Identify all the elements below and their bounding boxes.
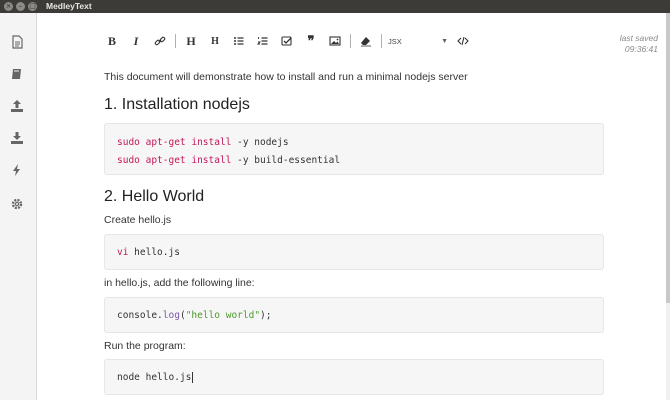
code-line: sudo apt-get install -y build-essential — [117, 155, 340, 166]
toolbar-divider — [350, 34, 351, 48]
checklist-icon — [281, 36, 292, 46]
code-block-console[interactable]: console.log("hello world"); — [104, 297, 604, 333]
code-block-run[interactable]: node hello.js — [104, 359, 604, 395]
bold-button[interactable]: B — [100, 30, 124, 52]
code-function: log — [162, 310, 180, 321]
code-args: hello.js — [128, 247, 180, 258]
heading1-button[interactable]: H — [179, 30, 203, 52]
unordered-list-button[interactable] — [227, 30, 251, 52]
minimize-icon: – — [18, 2, 23, 10]
create-file-paragraph: Create hello.js — [104, 214, 172, 226]
download-icon[interactable] — [8, 129, 26, 147]
code-paren: ); — [260, 310, 272, 321]
lightning-icon[interactable] — [8, 161, 26, 179]
maximize-icon: □ — [29, 2, 36, 10]
code-line: node hello.js — [117, 372, 194, 383]
code-line: console.log("hello world"); — [117, 310, 272, 321]
formatting-toolbar: B I H H ❞ JSX ▼ — [100, 30, 475, 52]
quote-button[interactable]: ❞ — [299, 30, 323, 52]
code-command: vi — [117, 247, 129, 258]
code-object: console — [117, 310, 158, 321]
code-string: "hello world" — [185, 310, 261, 321]
gear-icon[interactable] — [8, 195, 26, 213]
code-button[interactable] — [451, 30, 475, 52]
language-value: JSX — [388, 36, 402, 46]
checklist-button[interactable] — [275, 30, 299, 52]
italic-button[interactable]: I — [124, 30, 148, 52]
ordered-list-button[interactable] — [251, 30, 275, 52]
link-button[interactable] — [148, 30, 172, 52]
code-block-install[interactable]: sudo apt-get install -y nodejs sudo apt-… — [104, 123, 604, 175]
run-paragraph: Run the program: — [104, 340, 186, 352]
code-line: sudo apt-get install -y nodejs — [117, 137, 289, 148]
list-icon — [234, 37, 244, 45]
chevron-down-icon: ▼ — [441, 37, 448, 45]
code-text: node hello.js — [117, 372, 192, 383]
save-status-label: last saved — [619, 33, 658, 43]
image-button[interactable] — [323, 30, 347, 52]
add-line-paragraph: in hello.js, add the following line: — [104, 277, 255, 289]
section-heading-hello-world: 2. Hello World — [104, 188, 205, 205]
section-heading-installation: 1. Installation nodejs — [104, 96, 250, 113]
document-icon[interactable] — [8, 33, 26, 51]
notebook-icon[interactable] — [8, 65, 26, 83]
maximize-window-button[interactable]: □ — [28, 2, 37, 11]
code-line: vi hello.js — [117, 247, 180, 258]
eraser-icon — [361, 37, 371, 47]
save-status: last saved 09:36:41 — [620, 33, 658, 55]
toolbar-divider — [175, 34, 176, 48]
toolbar-divider — [381, 34, 382, 48]
language-select[interactable]: JSX ▼ — [385, 30, 451, 52]
clear-format-button[interactable] — [354, 30, 378, 52]
code-args: -y build-essential — [231, 155, 341, 166]
save-status-time: 09:36:41 — [624, 44, 658, 54]
code-args: -y nodejs — [231, 137, 289, 148]
close-window-button[interactable]: × — [4, 2, 13, 11]
code-command: sudo apt-get install — [117, 155, 232, 166]
close-icon: × — [5, 2, 12, 10]
minimize-window-button[interactable]: – — [16, 2, 25, 11]
app-title: MedleyText — [46, 1, 92, 11]
title-bar: × – □ MedleyText — [0, 0, 670, 13]
scrolled-heading-fragment — [104, 56, 404, 69]
sidebar — [0, 13, 37, 400]
heading2-button[interactable]: H — [203, 30, 227, 52]
text-cursor — [192, 372, 194, 383]
link-icon — [154, 36, 166, 46]
image-icon — [329, 36, 341, 46]
upload-icon[interactable] — [8, 97, 26, 115]
code-command: sudo apt-get install — [117, 137, 232, 148]
code-icon — [457, 36, 469, 46]
scrollbar-thumb[interactable] — [666, 13, 670, 303]
ordered-list-icon — [257, 37, 268, 45]
intro-paragraph: This document will demonstrate how to in… — [104, 71, 468, 83]
code-block-vi[interactable]: vi hello.js — [104, 234, 604, 270]
